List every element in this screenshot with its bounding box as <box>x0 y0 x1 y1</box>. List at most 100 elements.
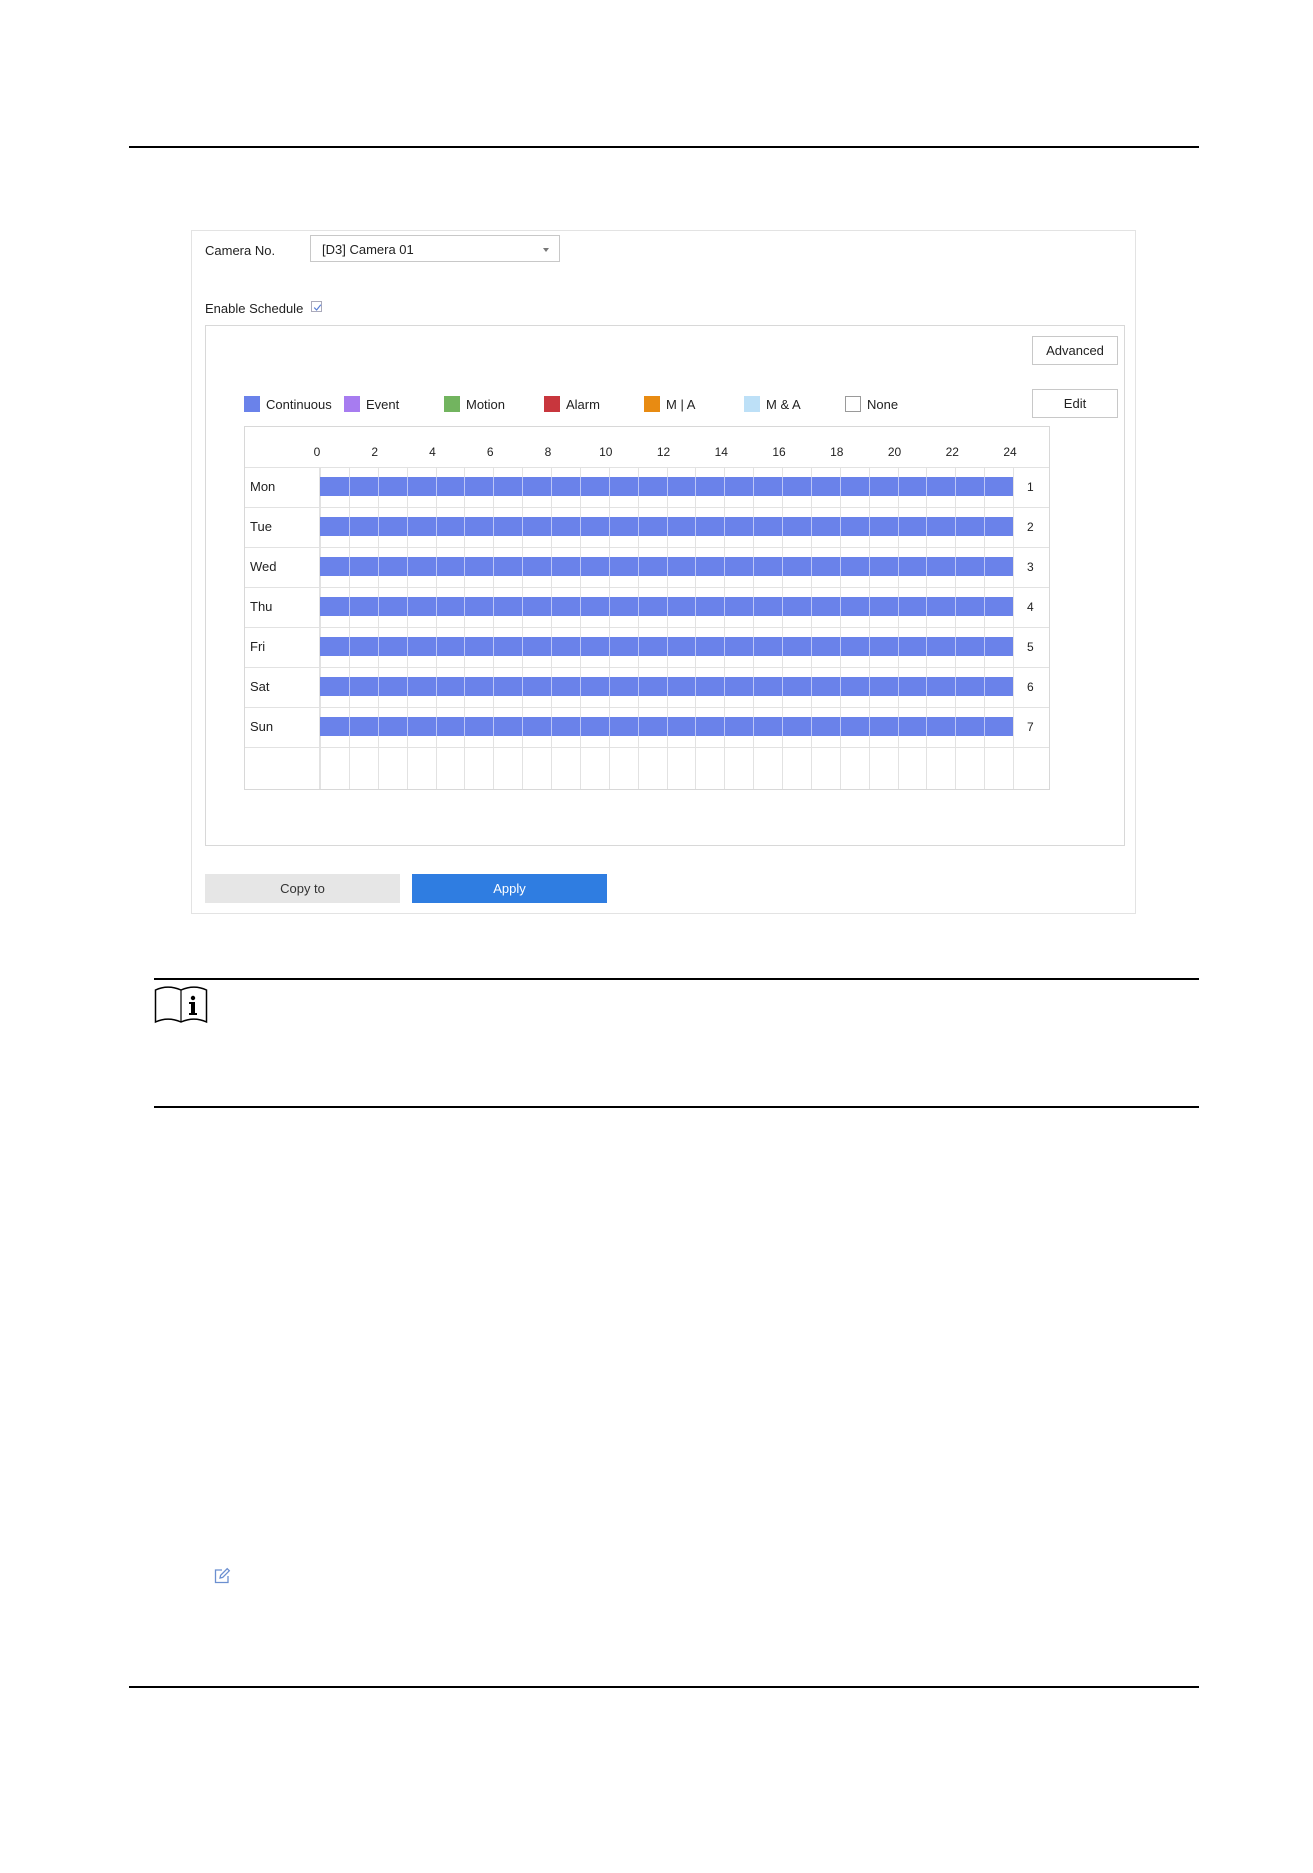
bar-hour-divider <box>724 677 725 696</box>
schedule-box: Advanced Edit Continuous Event Motion Alarm… <box>205 325 1125 846</box>
bar-hour-divider <box>464 677 465 696</box>
bar-hour-divider <box>551 517 552 536</box>
grid-col-line <box>638 467 639 789</box>
bar-hour-divider <box>724 717 725 736</box>
bar-hour-divider <box>464 557 465 576</box>
bar-hour-divider <box>724 597 725 616</box>
bar-hour-divider <box>436 517 437 536</box>
bar-hour-divider <box>984 517 985 536</box>
bar-hour-divider <box>840 557 841 576</box>
bar-hour-divider <box>580 477 581 496</box>
schedule-grid[interactable]: 0 2 4 6 8 10 12 14 16 18 20 22 24 Mon 1 Tue 2 Wed 3 Thu 4 Fri… <box>244 426 1050 790</box>
bar-hour-divider <box>782 677 783 696</box>
grid-col-line <box>1013 467 1014 789</box>
bar-hour-divider <box>955 637 956 656</box>
day-label-sat: Sat <box>250 679 270 694</box>
bar-hour-divider <box>898 717 899 736</box>
note-info-icon <box>154 986 208 1024</box>
bar-hour-divider <box>926 677 927 696</box>
camera-select[interactable]: [D3] Camera 01 <box>310 235 560 262</box>
bar-hour-divider <box>898 517 899 536</box>
bar-hour-divider <box>551 717 552 736</box>
bar-hour-divider <box>724 477 725 496</box>
bar-hour-divider <box>695 597 696 616</box>
bar-hour-divider <box>724 557 725 576</box>
bar-hour-divider <box>638 637 639 656</box>
enable-schedule-checkbox[interactable] <box>311 301 322 312</box>
bar-hour-divider <box>811 517 812 536</box>
grid-col-line <box>695 467 696 789</box>
grid-col-line <box>724 467 725 789</box>
schedule-bar-sat[interactable] <box>320 677 1013 696</box>
grid-col-line <box>493 467 494 789</box>
hour-label-8: 8 <box>544 445 552 459</box>
bar-hour-divider <box>840 637 841 656</box>
bar-hour-divider <box>840 677 841 696</box>
bar-hour-divider <box>984 717 985 736</box>
schedule-bar-mon[interactable] <box>320 477 1013 496</box>
bar-hour-divider <box>464 477 465 496</box>
edit-button[interactable]: Edit <box>1032 389 1118 418</box>
day-label-sun: Sun <box>250 719 274 734</box>
bar-hour-divider <box>753 517 754 536</box>
bar-hour-divider <box>811 677 812 696</box>
legend-swatch <box>544 396 560 412</box>
bar-hour-divider <box>753 717 754 736</box>
grid-col-line <box>753 467 754 789</box>
bar-hour-divider <box>349 637 350 656</box>
header-rule <box>129 146 1199 148</box>
bar-hour-divider <box>869 677 870 696</box>
bar-hour-divider <box>898 677 899 696</box>
bar-hour-divider <box>522 477 523 496</box>
bar-hour-divider <box>984 557 985 576</box>
bar-hour-divider <box>609 677 610 696</box>
bar-hour-divider <box>551 637 552 656</box>
bar-hour-divider <box>984 597 985 616</box>
schedule-bar-thu[interactable] <box>320 597 1013 616</box>
grid-col-line <box>984 467 985 789</box>
apply-button[interactable]: Apply <box>412 874 607 903</box>
bar-hour-divider <box>551 557 552 576</box>
grid-col-line <box>378 467 379 789</box>
bar-hour-divider <box>782 517 783 536</box>
bar-hour-divider <box>436 557 437 576</box>
day-label-tue: Tue <box>250 519 272 534</box>
bar-hour-divider <box>782 557 783 576</box>
bar-hour-divider <box>551 477 552 496</box>
copy-to-button[interactable]: Copy to <box>205 874 400 903</box>
grid-row-line <box>245 467 1049 468</box>
bar-hour-divider <box>724 637 725 656</box>
advanced-button[interactable]: Advanced <box>1032 336 1118 365</box>
bar-hour-divider <box>753 677 754 696</box>
bar-hour-divider <box>493 477 494 496</box>
record-schedule-panel: Camera No. [D3] Camera 01 Enable Schedul… <box>191 230 1136 914</box>
bar-hour-divider <box>984 477 985 496</box>
grid-col-line <box>811 467 812 789</box>
bar-hour-divider <box>638 677 639 696</box>
grid-row-line <box>245 707 1049 708</box>
bar-hour-divider <box>522 517 523 536</box>
schedule-bar-tue[interactable] <box>320 517 1013 536</box>
grid-row-line <box>245 747 1049 748</box>
legend-label: M & A <box>766 397 801 412</box>
schedule-bar-wed[interactable] <box>320 557 1013 576</box>
enable-schedule-label: Enable Schedule <box>205 301 304 316</box>
grid-col-line <box>840 467 841 789</box>
bar-hour-divider <box>984 677 985 696</box>
grid-col-line <box>782 467 783 789</box>
schedule-bar-fri[interactable] <box>320 637 1013 656</box>
bar-hour-divider <box>522 717 523 736</box>
bar-hour-divider <box>349 557 350 576</box>
bar-hour-divider <box>551 597 552 616</box>
bar-hour-divider <box>464 517 465 536</box>
bar-hour-divider <box>695 557 696 576</box>
bar-hour-divider <box>869 717 870 736</box>
bar-hour-divider <box>898 637 899 656</box>
bar-hour-divider <box>667 637 668 656</box>
bar-hour-divider <box>840 517 841 536</box>
bar-hour-divider <box>695 477 696 496</box>
row-number-3: 3 <box>1027 560 1034 574</box>
legend-label: Event <box>366 397 400 412</box>
schedule-bar-sun[interactable] <box>320 717 1013 736</box>
hour-label-4: 4 <box>429 445 436 459</box>
